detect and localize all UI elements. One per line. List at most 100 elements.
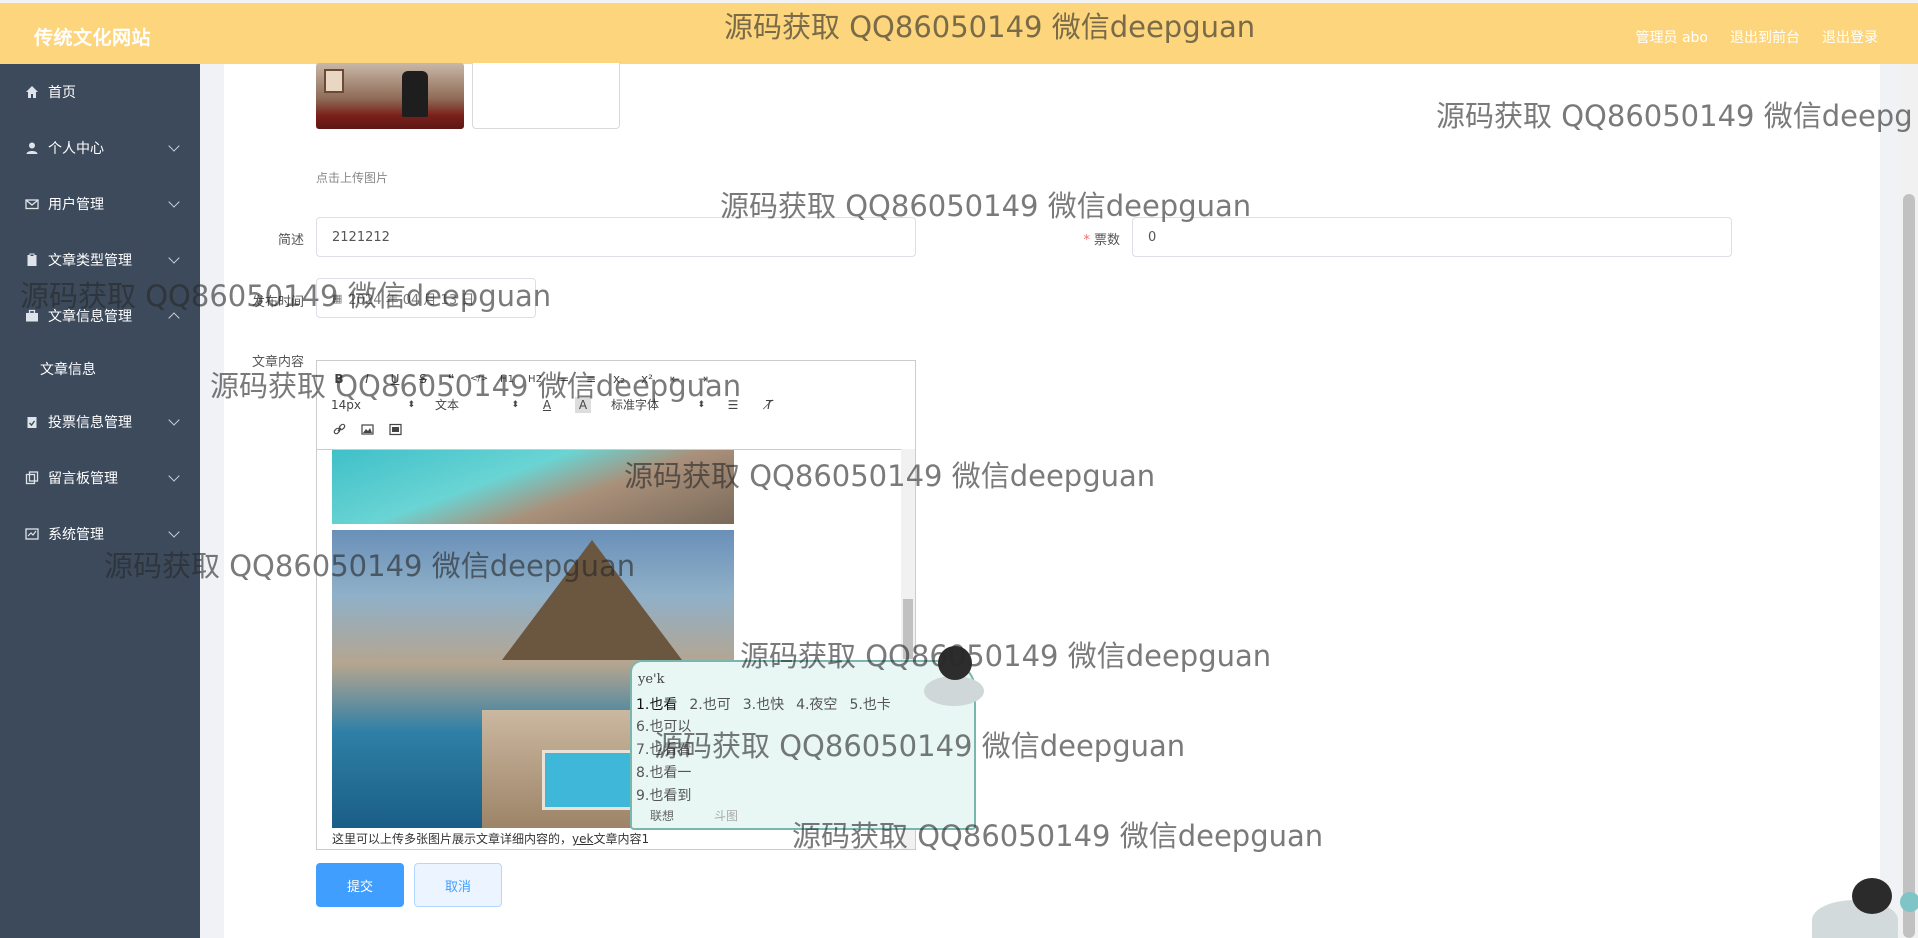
upload-hint-text: 点击上传图片 <box>316 171 389 185</box>
sidebar-item-article-type-management[interactable]: 文章类型管理 <box>0 232 200 288</box>
text-color-icon[interactable]: A <box>539 397 555 413</box>
copy-icon <box>24 470 40 486</box>
background-color-icon[interactable]: A <box>575 396 591 413</box>
chevron-down-icon <box>168 196 180 208</box>
sidebar-item-home[interactable]: 首页 <box>0 64 200 120</box>
editor-toolbar-row1: B I U S ❝ </> H1 H2 ≔ ≡ x₂ x² ⇤ ⇥ <box>331 371 711 387</box>
sidebar-item-user-management[interactable]: 用户管理 <box>0 176 200 232</box>
submit-button[interactable]: 提交 <box>316 863 404 907</box>
underline-button[interactable]: U <box>387 371 403 387</box>
mail-icon <box>24 196 40 212</box>
sidebar-item-vote-info-management[interactable]: 投票信息管理 <box>0 394 200 450</box>
align-icon[interactable]: ☰ <box>725 397 741 413</box>
corner-mascot-icon[interactable] <box>1812 870 1918 938</box>
editor-text-line: 这里可以上传多张图片展示文章详细内容的，yek文章内容1 <box>332 832 650 846</box>
publish-time-label: 发布时间 <box>251 295 304 310</box>
page-scrollbar[interactable] <box>1900 64 1918 938</box>
block-type-select[interactable]: 文本 ⬍ <box>435 396 519 413</box>
editor-toolbar-row2: 14px ⬍ 文本 ⬍ A A 标准字体 ⬍ ☰ T̸ <box>331 396 777 413</box>
strike-button[interactable]: S <box>415 371 431 387</box>
indent-button[interactable]: ⇥ <box>695 371 711 387</box>
ime-candidate[interactable]: 8.也看一 <box>636 762 691 785</box>
ime-candidate[interactable]: 5.也卡 <box>849 694 890 714</box>
ime-candidate[interactable]: 7.也看看 <box>636 739 691 762</box>
briefcase-icon <box>24 308 40 324</box>
cover-image-thumbnail[interactable] <box>316 63 464 129</box>
user-icon <box>24 140 40 156</box>
summary-input[interactable]: 2121212 <box>316 217 916 257</box>
sidebar-subitem-article-info[interactable]: 文章信息 <box>0 344 200 394</box>
cancel-button[interactable]: 取消 <box>414 863 502 907</box>
page-scrollbar-thumb[interactable] <box>1903 194 1915 938</box>
bold-button[interactable]: B <box>331 371 347 387</box>
sidebar-item-message-board-management[interactable]: 留言板管理 <box>0 450 200 506</box>
sidebar-item-label: 系统管理 <box>48 527 104 543</box>
ime-candidate[interactable]: 3.也快 <box>743 694 784 714</box>
ime-candidate[interactable]: 9.也看到 <box>636 785 691 808</box>
ime-candidate-window[interactable]: ye'k 1.也看 2.也可 3.也快 4.夜空 5.也卡 ◀▶ ▾ 6.也可以… <box>630 646 984 830</box>
video-icon[interactable] <box>387 421 403 437</box>
summary-value: 2121212 <box>332 229 390 245</box>
heading2-button[interactable]: H2 <box>527 371 543 387</box>
ime-mascot-icon <box>924 646 988 706</box>
thumbnail-photo-frame <box>324 69 344 93</box>
font-family-select[interactable]: 标准字体 ⬍ <box>611 396 705 413</box>
ime-candidate[interactable]: 1.也看 <box>636 694 677 714</box>
content-label: 文章内容 <box>251 355 304 370</box>
logout-link[interactable]: 退出登录 <box>1822 27 1878 47</box>
sidebar-item-personal-center[interactable]: 个人中心 <box>0 120 200 176</box>
code-block-button[interactable]: </> <box>470 371 488 387</box>
header-links: 管理员 abo 退出到前台 退出登录 <box>1636 27 1878 47</box>
sidebar-item-system-management[interactable]: 系统管理 <box>0 506 200 562</box>
ime-candidate[interactable]: 6.也可以 <box>636 716 691 739</box>
chart-icon <box>24 526 40 542</box>
sidebar-item-label: 文章类型管理 <box>48 253 132 269</box>
ime-candidate[interactable]: 4.夜空 <box>796 694 837 714</box>
blockquote-button[interactable]: ❝ <box>443 371 459 387</box>
sidebar-subitem-label: 文章信息 <box>40 362 96 378</box>
ime-pinyin: ye'k <box>638 672 665 687</box>
chevron-up-icon <box>168 312 180 324</box>
chevron-down-icon <box>168 414 180 426</box>
subscript-button[interactable]: x₂ <box>611 371 627 387</box>
ime-tabs: 联想 斗图 <box>650 807 738 824</box>
sidebar-item-label: 首页 <box>48 85 76 101</box>
ordered-list-button[interactable]: ≔ <box>555 371 571 387</box>
votes-label: * 票数 <box>1083 233 1120 248</box>
chevron-down-icon <box>168 470 180 482</box>
link-icon[interactable] <box>331 421 347 437</box>
select-caret-icon: ⬍ <box>511 399 519 410</box>
ime-tab-association[interactable]: 联想 <box>650 807 674 824</box>
heading1-button[interactable]: H1 <box>499 371 515 387</box>
clear-format-icon[interactable]: T̸ <box>761 397 777 413</box>
bullet-list-button[interactable]: ≡ <box>583 371 599 387</box>
outdent-button[interactable]: ⇤ <box>667 371 683 387</box>
home-icon <box>24 84 40 100</box>
sidebar-item-label: 文章信息管理 <box>48 309 132 325</box>
publish-time-value: 2024 年 04 月 13 日 <box>348 292 475 308</box>
image-icon[interactable] <box>359 421 375 437</box>
thumbnail-chair <box>402 71 428 117</box>
image-upload-box[interactable] <box>472 63 620 129</box>
site-brand[interactable]: 传统文化网站 <box>34 23 151 50</box>
content-image-pier <box>332 450 734 524</box>
editor-scrollbar-thumb[interactable] <box>903 599 913 659</box>
calendar-icon: ▦ <box>332 291 343 305</box>
sidebar-item-label: 个人中心 <box>48 141 104 157</box>
summary-label: 简述 <box>277 233 304 248</box>
ime-candidate[interactable]: 2.也可 <box>689 694 730 714</box>
sidebar-item-label: 用户管理 <box>48 197 104 213</box>
sidebar-item-article-info-management[interactable]: 文章信息管理 <box>0 288 200 344</box>
votes-input[interactable]: 0 <box>1132 217 1732 257</box>
publish-time-input[interactable]: ▦ 2024 年 04 月 13 日 <box>316 278 536 318</box>
back-to-frontend-link[interactable]: 退出到前台 <box>1730 27 1800 47</box>
votes-value: 0 <box>1148 229 1157 245</box>
admin-user-link[interactable]: 管理员 abo <box>1636 27 1708 47</box>
sidebar-item-label: 留言板管理 <box>48 471 118 487</box>
font-size-select[interactable]: 14px ⬍ <box>331 398 415 412</box>
select-caret-icon: ⬍ <box>407 399 415 410</box>
ime-tab-sticker[interactable]: 斗图 <box>714 807 738 824</box>
top-header: 传统文化网站 管理员 abo 退出到前台 退出登录 <box>0 0 1918 64</box>
italic-button[interactable]: I <box>359 371 375 387</box>
superscript-button[interactable]: x² <box>639 371 655 387</box>
